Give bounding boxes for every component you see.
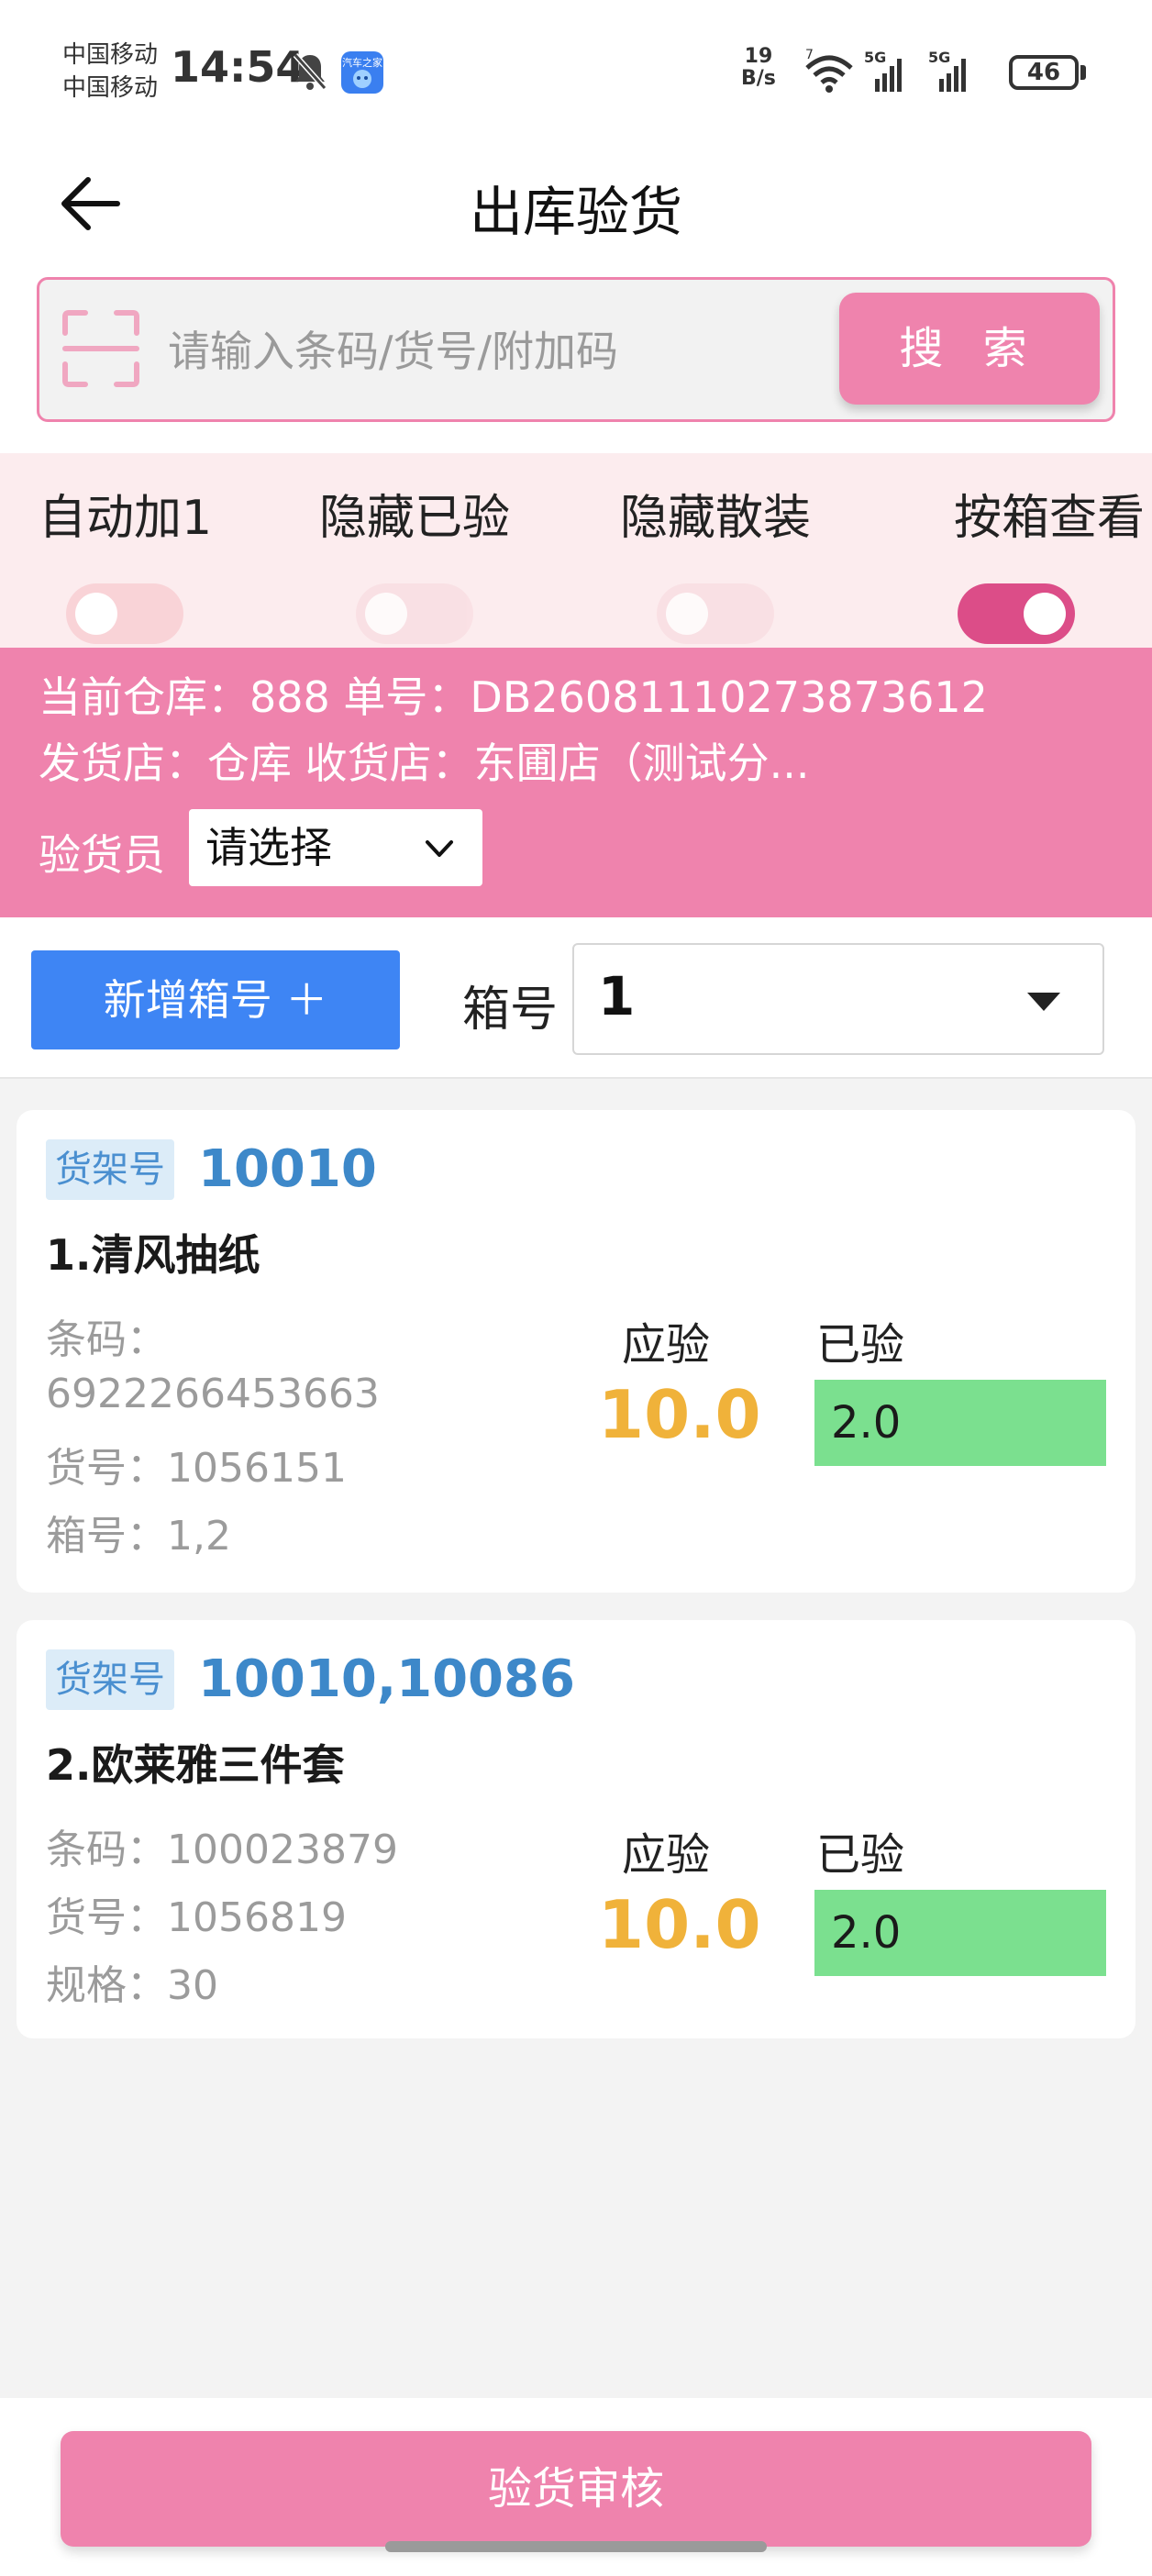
search-area: 搜 索 [0, 264, 1152, 453]
barcode-line: 条码：100023879 [46, 1827, 398, 1873]
barcode-label: 条码： [46, 1316, 167, 1363]
shelf-number: 10010 [198, 1139, 377, 1199]
search-box: 搜 索 [37, 277, 1115, 422]
box-select-value: 1 [598, 965, 636, 1027]
barcode-value: 6922266453663 [46, 1371, 380, 1417]
status-bar: 中国移动 中国移动 14:54 汽车之家 19 B/s 7 5G 5G 46 [0, 0, 1152, 136]
app-notification-icon: 汽车之家 [341, 51, 383, 94]
box-row: 新增箱号 ＋ 箱号 1 [0, 917, 1152, 1079]
box-no-line: 箱号：1,2 [46, 1513, 231, 1560]
inspector-select[interactable]: 请选择 [189, 809, 482, 886]
svg-text:5G: 5G [864, 49, 886, 66]
auto-increment-switch[interactable] [66, 583, 183, 644]
carrier-1: 中国移动 [62, 41, 159, 69]
item-card[interactable]: 货架号 10010 1.清风抽纸 条码： 6922266453663 货号：10… [17, 1110, 1135, 1593]
hide-checked-switch[interactable] [356, 583, 473, 644]
search-input[interactable] [168, 313, 828, 390]
svg-text:7: 7 [805, 48, 814, 62]
item-card[interactable]: 货架号 10010,10086 2.欧莱雅三件套 条码：100023879 货号… [17, 1620, 1135, 2038]
footer-bar: 验货审核 [0, 2398, 1152, 2576]
audit-button[interactable]: 验货审核 [61, 2431, 1091, 2547]
expected-value: 10.0 [598, 1886, 761, 1963]
scan-icon[interactable] [60, 307, 142, 390]
sku-line: 货号：1056819 [46, 1894, 347, 1941]
add-box-button[interactable]: 新增箱号 ＋ [31, 950, 400, 1049]
expected-label: 应验 [622, 1319, 711, 1371]
carrier-names: 中国移动 中国移动 [62, 39, 158, 105]
sku-line: 货号：1056151 [46, 1445, 347, 1492]
caret-down-icon [1027, 993, 1060, 1011]
svg-text:5G: 5G [928, 49, 950, 66]
checked-quantity[interactable]: 2.0 [814, 1380, 1106, 1466]
item-name: 1.清风抽纸 [46, 1230, 260, 1280]
checked-label: 已验 [816, 1319, 905, 1371]
expected-label: 应验 [622, 1829, 711, 1881]
home-indicator[interactable] [385, 2541, 767, 2552]
toggle-hide-checked: 隐藏已验 [286, 479, 543, 644]
wifi-icon: 7 [805, 48, 853, 93]
carrier-2: 中国移动 [62, 74, 159, 102]
toggle-hide-bulk: 隐藏散装 [587, 479, 844, 644]
search-button[interactable]: 搜 索 [839, 293, 1100, 405]
store-line: 发货店：仓库 收货店：东圃店（测试分... [39, 738, 810, 788]
toggle-label: 按箱查看 [953, 491, 1145, 546]
shelf-number: 10010,10086 [198, 1649, 575, 1709]
hide-bulk-switch[interactable] [657, 583, 774, 644]
checked-label: 已验 [816, 1829, 905, 1881]
top-bar: 出库验货 [0, 136, 1152, 264]
status-time: 14:54 [171, 42, 305, 92]
inspector-select-value: 请选择 [205, 823, 332, 872]
signal-wifi-icons: 7 5G 5G [805, 48, 966, 93]
order-info-panel: 当前仓库：888 单号：DB26081110273873612 发货店：仓库 收… [0, 648, 1152, 917]
expected-value: 10.0 [598, 1376, 761, 1453]
network-speed: 19 B/s [741, 45, 776, 90]
shelf-tag: 货架号 [46, 1649, 174, 1710]
signal-5g-icon-1: 5G [864, 49, 902, 92]
toggle-label: 隐藏已验 [318, 491, 510, 546]
page-title: 出库验货 [469, 181, 682, 243]
box-label: 箱号 [462, 983, 559, 1038]
signal-5g-icon-2: 5G [928, 49, 966, 92]
battery-tip [1080, 65, 1086, 80]
chevron-down-icon [426, 840, 453, 857]
toggle-auto-increment: 自动加1 [0, 479, 257, 644]
spec-line: 规格：30 [46, 1962, 218, 2009]
checked-quantity[interactable]: 2.0 [814, 1890, 1106, 1976]
inspector-label: 验货员 [39, 830, 165, 880]
box-select[interactable]: 1 [572, 943, 1104, 1055]
shelf-tag: 货架号 [46, 1139, 174, 1200]
toggle-view-by-box: 按箱查看 [888, 479, 1145, 644]
view-by-box-switch[interactable] [958, 583, 1075, 644]
warehouse-order-line: 当前仓库：888 单号：DB26081110273873612 [39, 672, 988, 722]
bell-muted-icon [293, 53, 327, 90]
toggle-label: 隐藏散装 [619, 491, 811, 546]
item-name: 2.欧莱雅三件套 [46, 1740, 345, 1790]
toggle-label: 自动加1 [39, 491, 213, 546]
battery-icon: 46 [1009, 55, 1079, 90]
filter-toggles: 自动加1 隐藏已验 隐藏散装 按箱查看 [0, 453, 1152, 648]
